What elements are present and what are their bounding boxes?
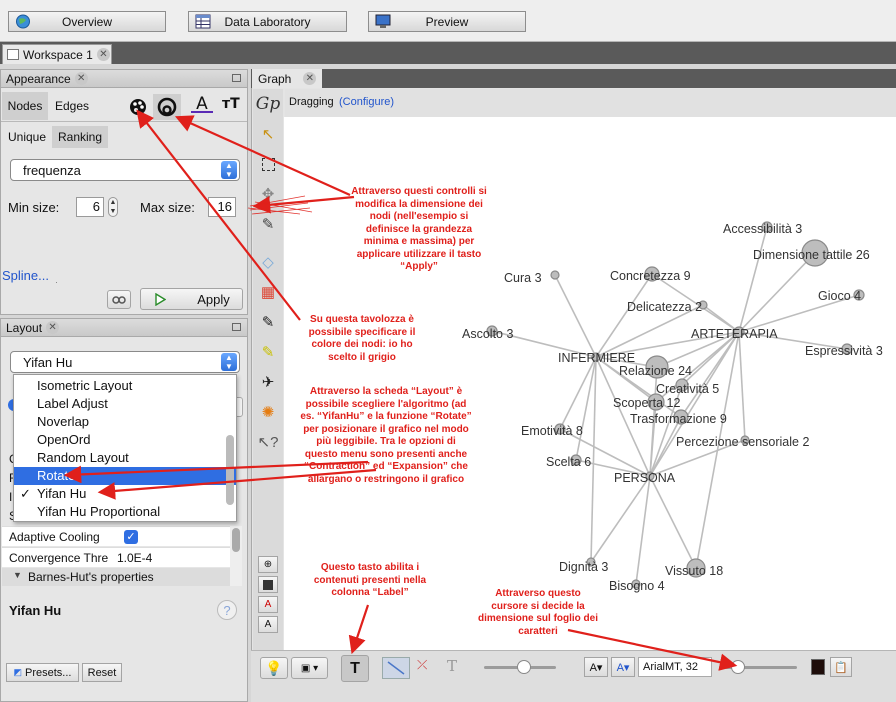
annotation-slider: Attraverso questo cursore si decide la d… bbox=[478, 588, 599, 637]
arrow-to-labels-button bbox=[348, 604, 370, 655]
annotation-color: Su questa tavolozza è possibile specific… bbox=[308, 314, 416, 363]
arrow-to-size-icon bbox=[174, 115, 351, 197]
annotation-arrows bbox=[63, 109, 738, 671]
annotation-layout: Attraverso la scheda “Layout” è possibil… bbox=[300, 386, 472, 485]
annotation-labels: Questo tasto abilita i contenuti present… bbox=[313, 562, 427, 598]
annotation-size: Attraverso questi controlli si modifica … bbox=[351, 186, 487, 272]
arrow-to-palette bbox=[136, 109, 301, 321]
